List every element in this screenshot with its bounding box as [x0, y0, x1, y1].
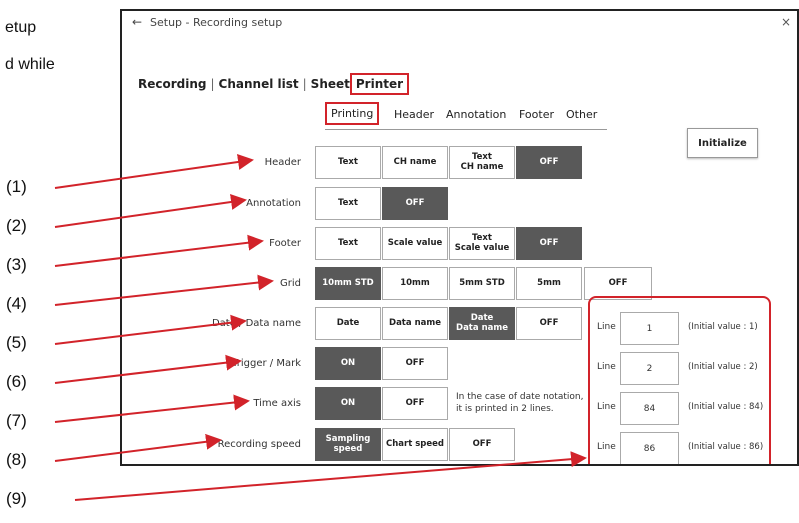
callout-arrow-9: [74, 451, 587, 501]
callout-arrow-7: [54, 394, 250, 423]
callout-arrow-5: [54, 314, 247, 345]
callout-arrow-4: [54, 274, 274, 306]
callout-arrow-2: [54, 194, 247, 228]
callout-arrow-8: [54, 433, 222, 462]
callout-arrow-1: [54, 154, 254, 189]
callout-arrow-3: [54, 234, 264, 267]
callout-arrows: [54, 154, 587, 501]
callout-arrow-6: [54, 354, 242, 384]
